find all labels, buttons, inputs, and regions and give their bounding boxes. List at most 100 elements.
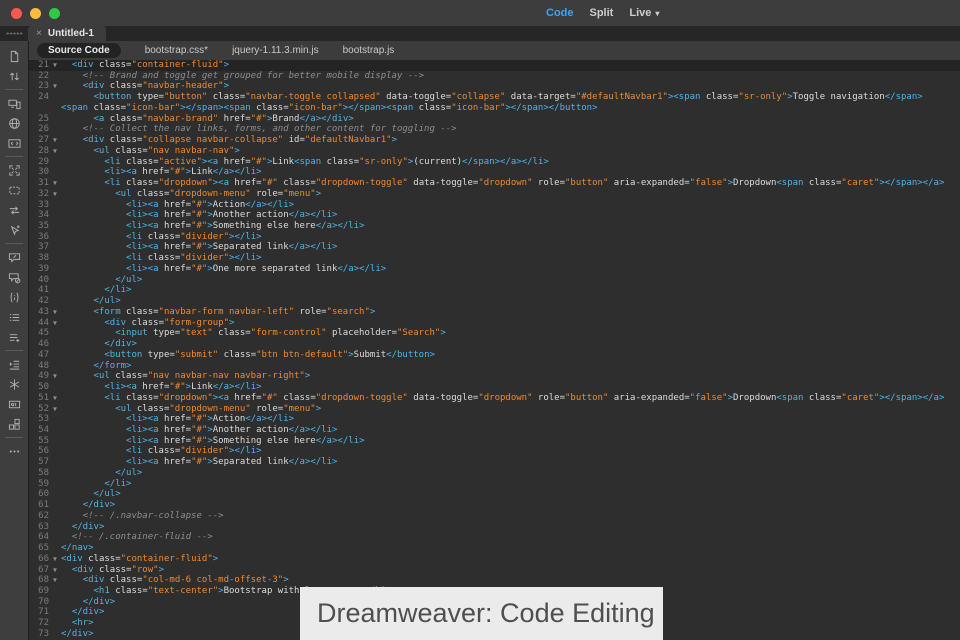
code-line-52[interactable]: 52 ▼ <ul class="dropdown-menu" role="menu… — [29, 404, 960, 415]
code-line-53[interactable]: 53 <li><a href="#">Action</a></li> — [29, 414, 960, 425]
code-text[interactable]: </ul> — [61, 489, 960, 500]
close-window-icon[interactable] — [11, 7, 22, 19]
code-text[interactable]: <!-- Brand and toggle get grouped for be… — [61, 71, 960, 82]
selection-box-icon[interactable] — [0, 180, 28, 200]
code-text[interactable]: <li><a href="#">Something else here</a><… — [61, 221, 960, 232]
code-text[interactable]: <li><a href="#">Another action</a></li> — [61, 210, 960, 221]
code-line-67[interactable]: 67 ▼ <div class="row"> — [29, 565, 960, 576]
code-text[interactable]: <li class="divider"></li> — [61, 253, 960, 264]
fold-arrow-icon[interactable]: ▼ — [49, 565, 61, 576]
code-text[interactable]: <div class="collapse navbar-collapse" id… — [61, 135, 960, 146]
code-line-37[interactable]: 37 <li><a href="#">Separated link</a></l… — [29, 242, 960, 253]
swap-arrows-icon[interactable] — [0, 200, 28, 220]
code-text[interactable]: <!-- /.navbar-collapse --> — [61, 511, 960, 522]
fold-arrow-icon[interactable]: ▼ — [49, 307, 61, 318]
code-line-65[interactable]: 65 </nav> — [29, 543, 960, 554]
code-text[interactable]: <li><a href="#">Another action</a></li> — [61, 425, 960, 436]
code-line-48[interactable]: 48 </form> — [29, 361, 960, 372]
code-text[interactable]: </form> — [61, 361, 960, 372]
code-line-31[interactable]: 31 ▼ <li class="dropdown"><a href="#" cla… — [29, 178, 960, 189]
file-icon[interactable] — [0, 46, 28, 66]
related-file-bootstrap-js[interactable]: bootstrap.js — [343, 45, 395, 56]
code-text[interactable]: <div class="col-md-6 col-md-offset-3"> — [61, 575, 960, 586]
fold-arrow-icon[interactable]: ▼ — [49, 178, 61, 189]
code-line-45[interactable]: 45 <input type="text" class="form-contro… — [29, 328, 960, 339]
fold-arrow-icon[interactable]: ▼ — [49, 135, 61, 146]
code-text[interactable]: <div class="navbar-header"> — [61, 81, 960, 92]
sort-arrows-icon[interactable] — [0, 66, 28, 86]
code-line-23[interactable]: 23 ▼ <div class="navbar-header"> — [29, 81, 960, 92]
code-text[interactable]: <li><a href="#">Separated link</a></li> — [61, 457, 960, 468]
code-text[interactable]: </ul> — [61, 296, 960, 307]
code-text[interactable]: <div class="row"> — [61, 565, 960, 576]
code-text[interactable]: <button type="button" class="navbar-togg… — [61, 92, 960, 113]
code-text[interactable]: <div class="container-fluid"> — [61, 60, 960, 71]
code-line-33[interactable]: 33 <li><a href="#">Action</a></li> — [29, 200, 960, 211]
code-line-68[interactable]: 68 ▼ <div class="col-md-6 col-md-offset-3… — [29, 575, 960, 586]
list-add-icon[interactable] — [0, 327, 28, 347]
fold-arrow-icon[interactable]: ▼ — [49, 318, 61, 329]
devices-icon[interactable] — [0, 93, 28, 113]
code-text[interactable]: <div class="form-group"> — [61, 318, 960, 329]
code-line-61[interactable]: 61 </div> — [29, 500, 960, 511]
code-line-54[interactable]: 54 <li><a href="#">Another action</a></l… — [29, 425, 960, 436]
code-line-30[interactable]: 30 <li><a href="#">Link</a></li> — [29, 167, 960, 178]
code-line-22[interactable]: 22 <!-- Brand and toggle get grouped for… — [29, 71, 960, 82]
code-text[interactable]: <ul class="nav navbar-nav"> — [61, 146, 960, 157]
view-mode-live[interactable]: Live ▾ — [629, 7, 659, 19]
code-line-49[interactable]: 49 ▼ <ul class="nav navbar-nav navbar-rig… — [29, 371, 960, 382]
code-line-26[interactable]: 26 <!-- Collect the nav links, forms, an… — [29, 124, 960, 135]
list-lines-icon[interactable] — [0, 307, 28, 327]
view-mode-split[interactable]: Split — [590, 7, 614, 19]
code-line-38[interactable]: 38 <li class="divider"></li> — [29, 253, 960, 264]
code-text[interactable]: </div> — [61, 522, 960, 533]
fold-arrow-icon[interactable]: ▼ — [49, 393, 61, 404]
code-text[interactable]: <ul class="dropdown-menu" role="menu"> — [61, 189, 960, 200]
code-text[interactable]: <li class="divider"></li> — [61, 232, 960, 243]
code-line-24[interactable]: 24 <button type="button" class="navbar-t… — [29, 92, 960, 113]
code-text[interactable]: <li class="active"><a href="#">Link<span… — [61, 157, 960, 168]
code-line-60[interactable]: 60 </ul> — [29, 489, 960, 500]
code-text[interactable]: <li class="dropdown"><a href="#" class="… — [61, 393, 960, 404]
code-text[interactable]: <li><a href="#">Separated link</a></li> — [61, 242, 960, 253]
code-text[interactable]: <a class="navbar-brand" href="#">Brand</… — [61, 114, 960, 125]
code-text[interactable]: </nav> — [61, 543, 960, 554]
code-line-36[interactable]: 36 <li class="divider"></li> — [29, 232, 960, 243]
code-text[interactable]: </ul> — [61, 468, 960, 479]
code-line-42[interactable]: 42 </ul> — [29, 296, 960, 307]
fold-arrow-icon[interactable]: ▼ — [49, 554, 61, 565]
code-line-46[interactable]: 46 </div> — [29, 339, 960, 350]
code-line-56[interactable]: 56 <li class="divider"></li> — [29, 446, 960, 457]
code-text[interactable]: <!-- /.container-fluid --> — [61, 532, 960, 543]
code-text[interactable]: <li class="divider"></li> — [61, 446, 960, 457]
snowflake-icon[interactable] — [0, 374, 28, 394]
fold-arrow-icon[interactable]: ▼ — [49, 575, 61, 586]
attr-box-icon[interactable] — [0, 394, 28, 414]
code-text[interactable]: <button type="submit" class="btn btn-def… — [61, 350, 960, 361]
globe-icon[interactable] — [0, 113, 28, 133]
comment-off-icon[interactable] — [0, 267, 28, 287]
code-line-47[interactable]: 47 <button type="submit" class="btn btn-… — [29, 350, 960, 361]
code-text[interactable]: <!-- Collect the nav links, forms, and o… — [61, 124, 960, 135]
fold-arrow-icon[interactable]: ▼ — [49, 189, 61, 200]
code-text[interactable]: </div> — [61, 500, 960, 511]
related-file-bootstrap-css-[interactable]: bootstrap.css* — [145, 45, 208, 56]
code-line-43[interactable]: 43 ▼ <form class="navbar-form navbar-left… — [29, 307, 960, 318]
comment-icon[interactable] — [0, 247, 28, 267]
code-line-40[interactable]: 40 </ul> — [29, 275, 960, 286]
code-line-64[interactable]: 64 <!-- /.container-fluid --> — [29, 532, 960, 543]
code-text[interactable]: </ul> — [61, 275, 960, 286]
code-text[interactable]: <form class="navbar-form navbar-left" ro… — [61, 307, 960, 318]
inspect-wand-icon[interactable] — [0, 220, 28, 240]
code-line-58[interactable]: 58 </ul> — [29, 468, 960, 479]
code-line-25[interactable]: 25 <a class="navbar-brand" href="#">Bran… — [29, 114, 960, 125]
code-text[interactable]: <input type="text" class="form-control" … — [61, 328, 960, 339]
code-line-51[interactable]: 51 ▼ <li class="dropdown"><a href="#" cla… — [29, 393, 960, 404]
zoom-window-icon[interactable] — [49, 7, 60, 19]
expand-arrows-icon[interactable] — [0, 160, 28, 180]
code-line-50[interactable]: 50 <li><a href="#">Link</a></li> — [29, 382, 960, 393]
code-line-29[interactable]: 29 <li class="active"><a href="#">Link<s… — [29, 157, 960, 168]
code-line-39[interactable]: 39 <li><a href="#">One more separated li… — [29, 264, 960, 275]
code-text[interactable]: </div> — [61, 339, 960, 350]
code-text[interactable]: <li><a href="#">Action</a></li> — [61, 414, 960, 425]
